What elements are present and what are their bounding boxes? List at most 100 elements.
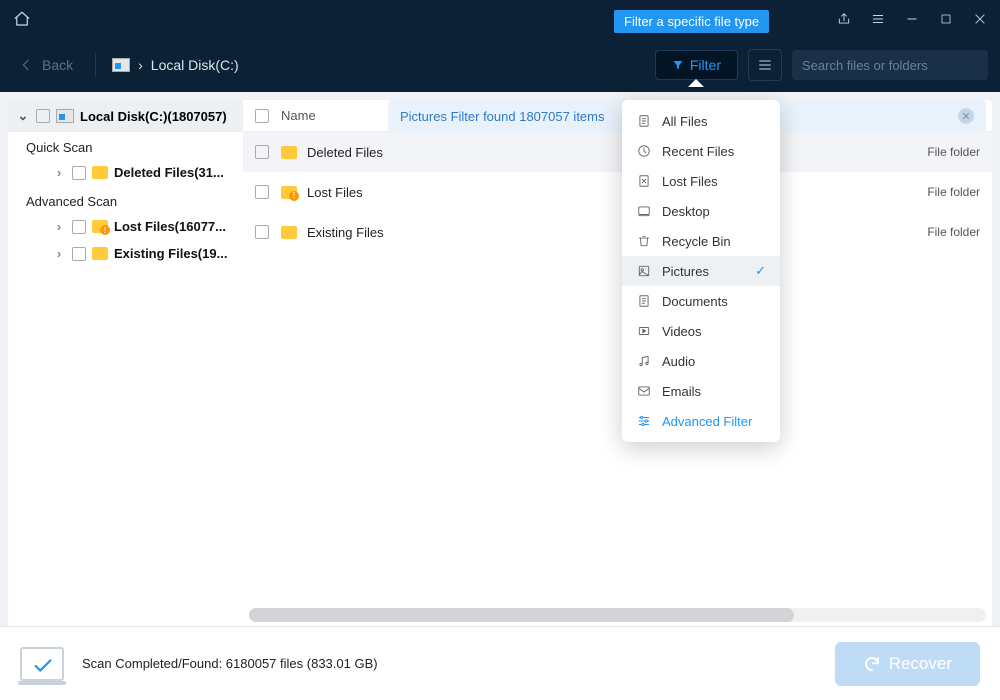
dd-item-label: Audio bbox=[662, 354, 695, 369]
dd-icon bbox=[636, 233, 652, 249]
filter-dropdown: All Files Recent Files Lost Files Deskto… bbox=[622, 100, 780, 442]
dd-icon bbox=[636, 383, 652, 399]
search-box[interactable] bbox=[792, 50, 988, 80]
tree-item-label: Deleted Files(31... bbox=[114, 165, 224, 180]
dd-item-pictures[interactable]: Pictures ✓ bbox=[622, 256, 780, 286]
dd-item-label: Pictures bbox=[662, 264, 709, 279]
disk-icon bbox=[112, 58, 130, 72]
back-label: Back bbox=[42, 57, 73, 73]
sidebar: ⌄ Local Disk(C:)(1807057) Quick Scan › D… bbox=[8, 100, 243, 626]
divider bbox=[95, 53, 96, 77]
column-name[interactable]: Name bbox=[281, 108, 316, 123]
main-panel: Pictures Filter found 1807057 items 00) … bbox=[243, 100, 992, 626]
dd-item-all-files[interactable]: All Files bbox=[622, 106, 780, 136]
titlebar bbox=[0, 0, 1000, 38]
dd-item-label: Emails bbox=[662, 384, 701, 399]
dd-item-emails[interactable]: Emails bbox=[622, 376, 780, 406]
table-row[interactable]: Lost Files File folder bbox=[243, 172, 992, 212]
recover-label: Recover bbox=[889, 654, 952, 674]
row-type: File folder bbox=[927, 185, 980, 199]
tree-item-label: Existing Files(19... bbox=[114, 246, 227, 261]
folder-icon bbox=[281, 146, 297, 159]
dd-icon bbox=[636, 203, 652, 219]
dd-item-label: Advanced Filter bbox=[662, 414, 752, 429]
checkbox-all[interactable] bbox=[255, 109, 269, 123]
dd-item-label: Desktop bbox=[662, 204, 710, 219]
chevron-right-icon: › bbox=[52, 246, 66, 261]
back-button[interactable]: Back bbox=[12, 53, 79, 77]
dd-item-label: Recent Files bbox=[662, 144, 734, 159]
table-row[interactable]: Deleted Files File folder bbox=[243, 132, 992, 172]
body: ⌄ Local Disk(C:)(1807057) Quick Scan › D… bbox=[0, 92, 1000, 626]
close-info-icon[interactable]: ✕ bbox=[958, 108, 974, 124]
dd-item-videos[interactable]: Videos bbox=[622, 316, 780, 346]
breadcrumb-sep: › bbox=[138, 57, 143, 73]
home-icon[interactable] bbox=[12, 9, 32, 29]
folder-icon bbox=[281, 226, 297, 239]
check-icon: ✓ bbox=[755, 263, 766, 279]
checkbox[interactable] bbox=[255, 225, 269, 239]
table-row[interactable]: Existing Files File folder bbox=[243, 212, 992, 252]
folder-icon bbox=[92, 166, 108, 179]
close-icon[interactable] bbox=[972, 11, 988, 27]
row-name: Existing Files bbox=[307, 225, 927, 240]
status-text: Scan Completed/Found: 6180057 files (833… bbox=[82, 656, 378, 671]
checkbox[interactable] bbox=[255, 145, 269, 159]
dd-item-label: Documents bbox=[662, 294, 728, 309]
dd-item-documents[interactable]: Documents bbox=[622, 286, 780, 316]
disk-icon bbox=[56, 109, 74, 123]
breadcrumb-label: Local Disk(C:) bbox=[151, 57, 239, 73]
toolbar: Back › Local Disk(C:) Filter bbox=[0, 38, 1000, 92]
dd-icon bbox=[636, 263, 652, 279]
tree-root[interactable]: ⌄ Local Disk(C:)(1807057) bbox=[8, 100, 243, 132]
row-name: Deleted Files bbox=[307, 145, 927, 160]
horizontal-scrollbar[interactable] bbox=[249, 608, 986, 622]
share-icon[interactable] bbox=[836, 11, 852, 27]
dd-icon bbox=[636, 293, 652, 309]
dd-item-label: Lost Files bbox=[662, 174, 718, 189]
dd-item-recycle-bin[interactable]: Recycle Bin bbox=[622, 226, 780, 256]
filter-button[interactable]: Filter bbox=[655, 50, 738, 80]
row-type: File folder bbox=[927, 225, 980, 239]
dd-item-label: Videos bbox=[662, 324, 702, 339]
dd-advanced-filter[interactable]: Advanced Filter bbox=[622, 406, 780, 436]
tree-item-deleted[interactable]: › Deleted Files(31... bbox=[8, 159, 243, 186]
chevron-right-icon: › bbox=[52, 165, 66, 180]
minimize-icon[interactable] bbox=[904, 11, 920, 27]
filter-label: Filter bbox=[690, 57, 721, 73]
dd-item-audio[interactable]: Audio bbox=[622, 346, 780, 376]
checkbox[interactable] bbox=[36, 109, 50, 123]
breadcrumb[interactable]: › Local Disk(C:) bbox=[112, 57, 239, 73]
dd-item-label: Recycle Bin bbox=[662, 234, 731, 249]
tree-item-existing[interactable]: › Existing Files(19... bbox=[8, 240, 243, 267]
checkbox[interactable] bbox=[72, 166, 86, 180]
row-type: File folder bbox=[927, 145, 980, 159]
dd-icon bbox=[636, 143, 652, 159]
menu-icon[interactable] bbox=[870, 11, 886, 27]
dd-item-lost-files[interactable]: Lost Files bbox=[622, 166, 780, 196]
dd-item-label: All Files bbox=[662, 114, 708, 129]
footer: Scan Completed/Found: 6180057 files (833… bbox=[0, 626, 1000, 700]
window-controls bbox=[836, 11, 988, 27]
tree-item-lost[interactable]: › Lost Files(16077... bbox=[8, 213, 243, 240]
sliders-icon bbox=[636, 413, 652, 429]
folder-icon bbox=[92, 247, 108, 260]
checkbox[interactable] bbox=[72, 220, 86, 234]
recover-button[interactable]: Recover bbox=[835, 642, 980, 686]
checkbox[interactable] bbox=[255, 185, 269, 199]
scan-complete-icon bbox=[20, 647, 64, 681]
maximize-icon[interactable] bbox=[938, 11, 954, 27]
row-name: Lost Files bbox=[307, 185, 927, 200]
dd-icon bbox=[636, 323, 652, 339]
search-input[interactable] bbox=[802, 58, 978, 73]
chevron-right-icon: › bbox=[52, 219, 66, 234]
chevron-down-icon: ⌄ bbox=[16, 108, 30, 124]
dd-item-recent-files[interactable]: Recent Files bbox=[622, 136, 780, 166]
tooltip-callout: Filter a specific file type bbox=[614, 10, 769, 33]
dd-icon bbox=[636, 173, 652, 189]
folder-icon bbox=[92, 220, 108, 233]
dd-item-desktop[interactable]: Desktop bbox=[622, 196, 780, 226]
checkbox[interactable] bbox=[72, 247, 86, 261]
view-list-button[interactable] bbox=[748, 49, 782, 81]
tree-section-advanced: Advanced Scan bbox=[8, 186, 243, 213]
